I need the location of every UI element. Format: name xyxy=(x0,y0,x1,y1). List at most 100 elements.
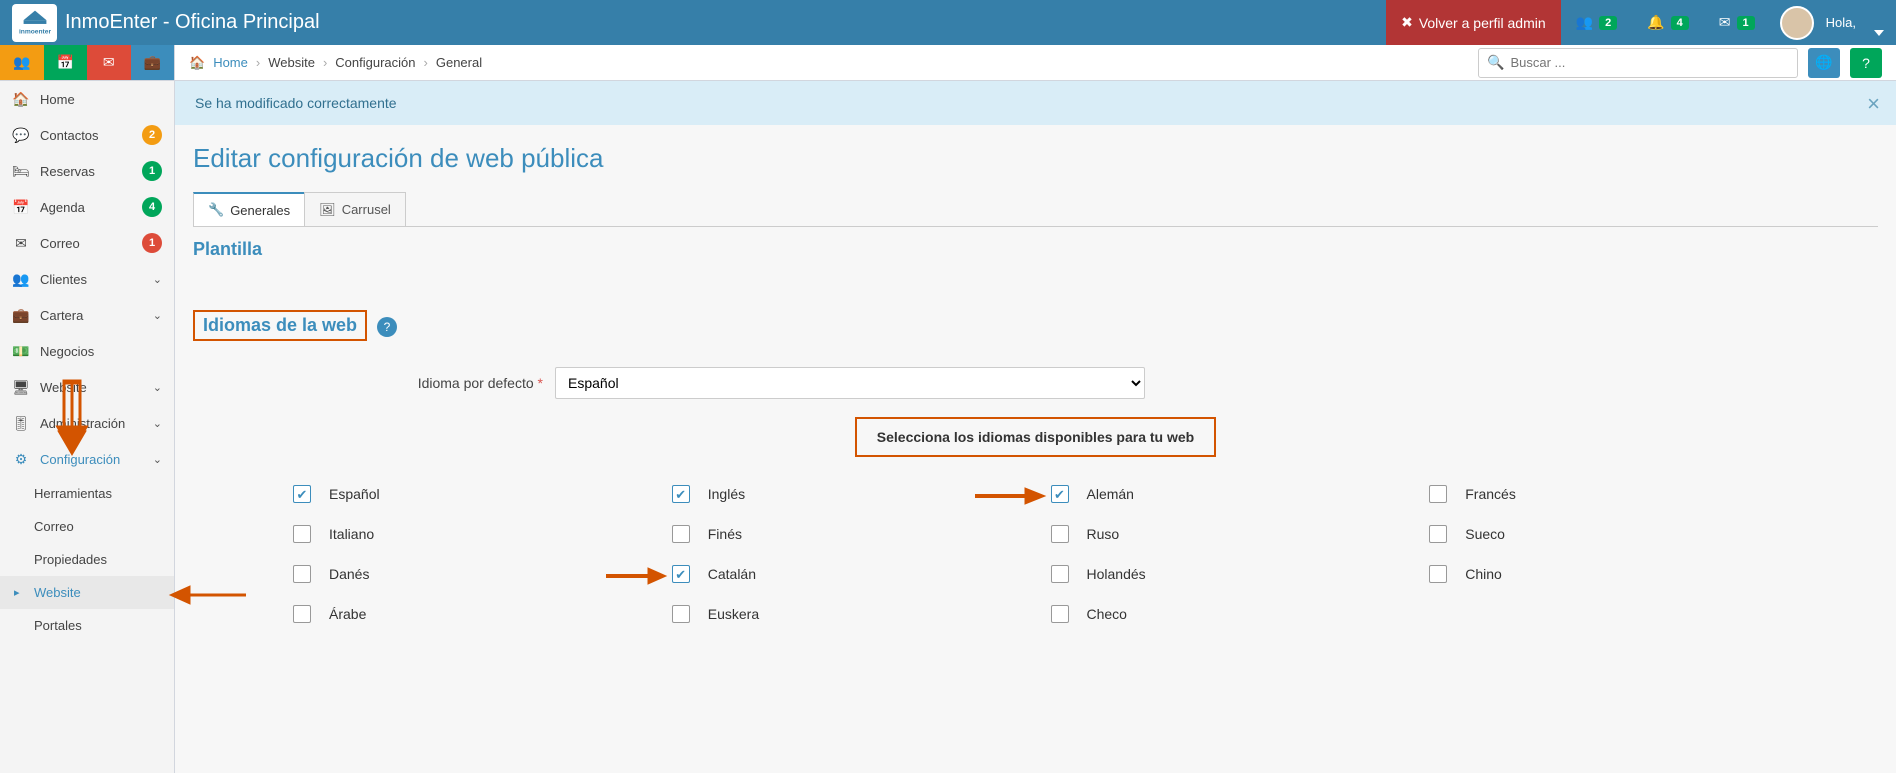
help-button[interactable]: ? xyxy=(1850,48,1882,78)
sidebar-item-home[interactable]: 🏠 Home xyxy=(0,81,174,117)
topnotif-users[interactable]: 👥 2 xyxy=(1561,0,1633,45)
sidebar-sub-correo[interactable]: Correo xyxy=(0,510,174,543)
lang-label: Italiano xyxy=(329,526,374,542)
lang-label: Sueco xyxy=(1465,526,1505,542)
checkbox-fi[interactable] xyxy=(672,525,690,543)
sidebar-item-administracion[interactable]: 🎚 Administración ⌄ xyxy=(0,405,174,441)
lang-ca: Catalán xyxy=(672,565,1021,583)
lang-fi: Finés xyxy=(672,525,1021,543)
close-icon: ✖ xyxy=(1401,14,1413,31)
users-icon: 👥 xyxy=(1576,14,1593,31)
lang-label: Francés xyxy=(1465,486,1516,502)
lang-zh: Chino xyxy=(1429,565,1778,583)
topnotif-mail[interactable]: ✉ 1 xyxy=(1704,0,1770,45)
sidebar-item-configuracion[interactable]: ⚙ Configuración ⌄ xyxy=(0,441,174,477)
lang-label: Finés xyxy=(708,526,742,542)
users-icon: 👥 xyxy=(12,271,30,288)
alert-close-button[interactable]: × xyxy=(1867,91,1880,117)
sidebar-item-reservas[interactable]: 🛏 Reservas 1 xyxy=(0,153,174,189)
tab-generales[interactable]: 🔧 Generales xyxy=(193,192,305,226)
section-idiomas: Idiomas de la web xyxy=(193,310,367,341)
checkbox-it[interactable] xyxy=(293,525,311,543)
checkbox-fr[interactable] xyxy=(1429,485,1447,503)
globe-button[interactable]: 🌐 xyxy=(1808,48,1840,78)
quick-briefcase-button[interactable]: 💼 xyxy=(131,45,175,80)
bed-icon: 🛏 xyxy=(12,163,30,180)
breadcrumb-website[interactable]: Website xyxy=(268,55,315,70)
lang-label: Checo xyxy=(1087,606,1127,622)
chevron-down-icon: ⌄ xyxy=(153,309,162,322)
sidebar-item-clientes[interactable]: 👥 Clientes ⌄ xyxy=(0,261,174,297)
checkbox-sv[interactable] xyxy=(1429,525,1447,543)
language-grid: Español Inglés Alemán Francés Italiano F… xyxy=(193,475,1878,633)
checkbox-zh[interactable] xyxy=(1429,565,1447,583)
checkbox-es[interactable] xyxy=(293,485,311,503)
lang-label: Español xyxy=(329,486,380,502)
checkbox-ru[interactable] xyxy=(1051,525,1069,543)
quick-users-button[interactable]: 👥 xyxy=(0,45,44,80)
globe-icon: 🌐 xyxy=(1815,54,1832,71)
sidebar-sub-propiedades[interactable]: Propiedades xyxy=(0,543,174,576)
app-title: InmoEnter - Oficina Principal xyxy=(65,11,320,34)
question-icon: ? xyxy=(1862,55,1870,71)
checkbox-nl[interactable] xyxy=(1051,565,1069,583)
sidebar-item-website[interactable]: 🖥 Website ⌄ xyxy=(0,369,174,405)
sidebar-sub-portales[interactable]: Portales xyxy=(0,609,174,642)
checkbox-de[interactable] xyxy=(1051,485,1069,503)
checkbox-eu[interactable] xyxy=(672,605,690,623)
lang-es: Español xyxy=(293,485,642,503)
lang-da: Danés xyxy=(293,565,642,583)
lang-label: Alemán xyxy=(1087,486,1134,502)
user-menu[interactable]: Hola, xyxy=(1814,15,1896,30)
image-icon: 🖼 xyxy=(319,202,336,218)
checkbox-cs[interactable] xyxy=(1051,605,1069,623)
sidebar-item-label: Configuración xyxy=(40,452,143,467)
home-icon: 🏠 xyxy=(12,91,30,108)
chevron-down-icon: ⌄ xyxy=(153,417,162,430)
mainbar: 🏠 Home › Website › Configuración › Gener… xyxy=(175,45,1896,81)
lang-eu: Euskera xyxy=(672,605,1021,623)
back-admin-button[interactable]: ✖ Volver a perfil admin xyxy=(1386,0,1561,45)
checkbox-ar[interactable] xyxy=(293,605,311,623)
envelope-icon: ✉ xyxy=(1719,14,1731,31)
topnotif-bell[interactable]: 🔔 4 xyxy=(1632,0,1704,45)
sidebar-item-cartera[interactable]: 💼 Cartera ⌄ xyxy=(0,297,174,333)
badge: 4 xyxy=(142,197,162,217)
lang-label: Catalán xyxy=(708,566,756,582)
sidebar-item-label: Website xyxy=(40,380,143,395)
badge-mail: 1 xyxy=(1737,16,1755,30)
tab-carrusel[interactable]: 🖼 Carrusel xyxy=(304,192,406,226)
badge: 2 xyxy=(142,125,162,145)
search-box[interactable]: 🔍 xyxy=(1478,48,1798,78)
breadcrumb-home[interactable]: Home xyxy=(213,55,248,70)
sidebar-item-label: Negocios xyxy=(40,344,162,359)
search-input[interactable] xyxy=(1510,55,1789,70)
wrench-icon: 🔧 xyxy=(208,202,224,218)
sidebar-sub-website[interactable]: Website xyxy=(0,576,174,609)
help-idiomas-button[interactable]: ? xyxy=(377,317,397,337)
default-language-select[interactable]: Español xyxy=(555,367,1145,399)
sidebar-item-label: Home xyxy=(40,92,162,107)
checkbox-ca[interactable] xyxy=(672,565,690,583)
gears-icon: ⚙ xyxy=(12,451,30,468)
sidebar-item-negocios[interactable]: 💵 Negocios xyxy=(0,333,174,369)
breadcrumb-config[interactable]: Configuración xyxy=(335,55,415,70)
quick-calendar-button[interactable]: 📅 xyxy=(44,45,88,80)
sidebar-sub-label: Correo xyxy=(34,519,74,534)
sidebar-item-contactos[interactable]: 💬 Contactos 2 xyxy=(0,117,174,153)
checkbox-da[interactable] xyxy=(293,565,311,583)
search-icon: 🔍 xyxy=(1487,54,1504,71)
avatar[interactable] xyxy=(1780,6,1814,40)
calendar-icon: 📅 xyxy=(12,199,30,216)
caret-down-icon xyxy=(1874,30,1884,36)
lang-label: Inglés xyxy=(708,486,745,502)
badge: 1 xyxy=(142,161,162,181)
users-icon: 👥 xyxy=(13,54,30,71)
sidebar-sub-herramientas[interactable]: Herramientas xyxy=(0,477,174,510)
sidebar-item-agenda[interactable]: 📅 Agenda 4 xyxy=(0,189,174,225)
money-icon: 💵 xyxy=(12,343,30,360)
checkbox-en[interactable] xyxy=(672,485,690,503)
lang-de: Alemán xyxy=(1051,485,1400,503)
sidebar-item-correo[interactable]: ✉ Correo 1 xyxy=(0,225,174,261)
quick-mail-button[interactable]: ✉ xyxy=(87,45,131,80)
